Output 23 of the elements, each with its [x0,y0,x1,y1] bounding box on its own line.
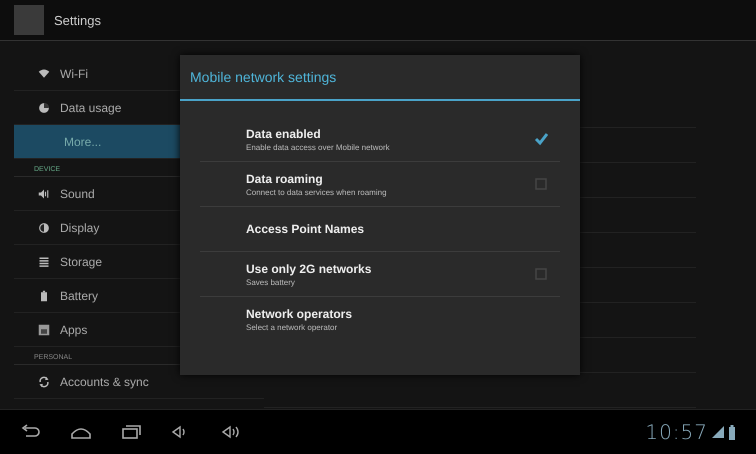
pie-icon [38,102,50,114]
action-bar-title: Settings [54,12,101,28]
sync-icon [38,376,50,388]
recent-apps-icon[interactable] [120,424,142,440]
checkbox[interactable] [534,267,548,281]
sound-icon [38,188,50,200]
battery-icon [38,290,50,302]
apps-icon [38,324,50,336]
display-icon [38,222,50,234]
storage-icon [38,256,50,268]
preference-row[interactable]: Data enabled Enable data access over Mobile network [200,117,560,162]
preference-row[interactable]: Use only 2G networks Saves battery [200,252,560,297]
back-icon[interactable] [20,424,42,440]
battery-icon [728,424,736,440]
clock: 10:57 [645,420,708,444]
signal-icon [712,426,724,438]
preference-row[interactable]: Access Point Names [200,207,560,252]
wifi-icon [38,68,50,80]
dialog-title: Mobile network settings [180,55,580,101]
checkbox[interactable] [534,132,548,146]
checkbox[interactable] [534,177,548,191]
app-icon [14,5,44,35]
preference-row[interactable]: Data roaming Connect to data services when roaming [200,162,560,207]
